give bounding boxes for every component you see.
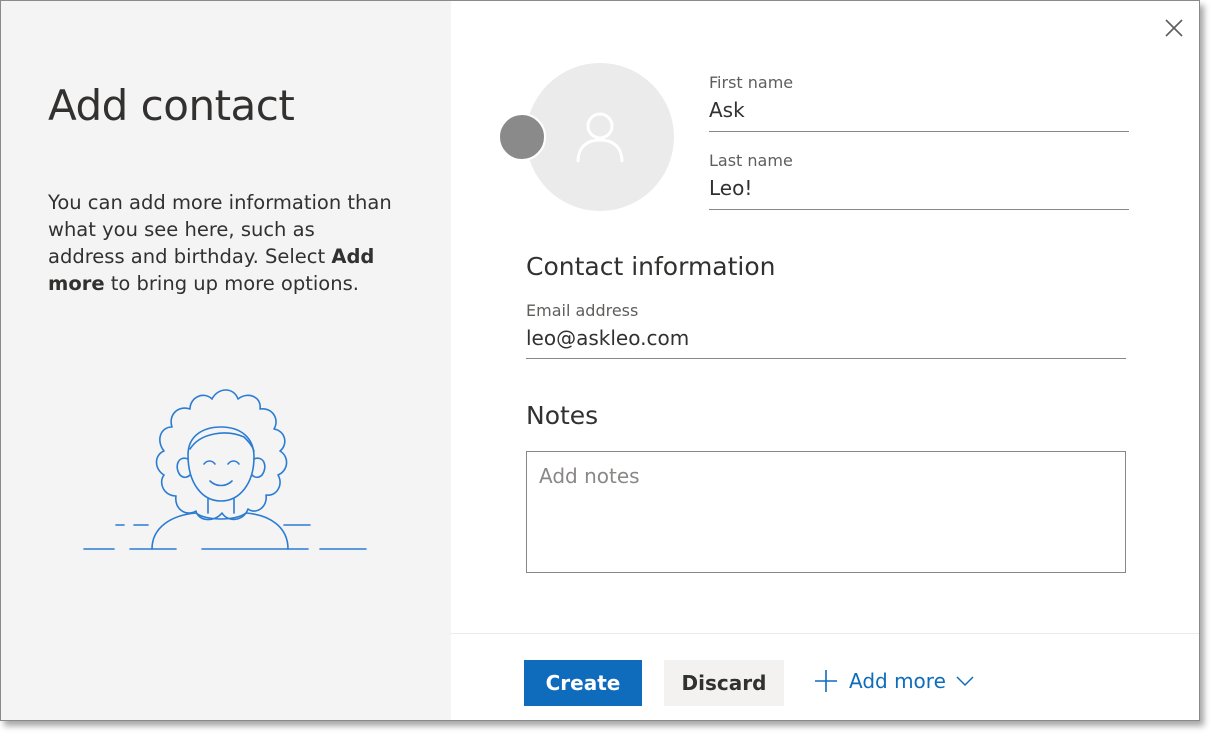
last-name-label: Last name [709, 151, 793, 170]
last-name-underline [709, 209, 1129, 210]
contact-photo[interactable] [526, 63, 674, 211]
notes-heading: Notes [526, 401, 599, 430]
close-icon [1165, 19, 1183, 37]
contact-information-heading: Contact information [526, 252, 776, 281]
add-more-label: Add more [849, 669, 946, 693]
first-name-input[interactable] [709, 98, 1129, 122]
add-more-button[interactable]: Add more [813, 665, 974, 697]
last-name-input[interactable] [709, 176, 1129, 200]
close-button[interactable] [1161, 15, 1187, 41]
email-input[interactable] [526, 326, 1126, 350]
panel-description: You can add more information than what y… [48, 189, 393, 297]
email-underline [526, 358, 1126, 359]
person-illustration [83, 389, 367, 550]
info-panel: Add contact You can add more information… [1, 1, 451, 720]
first-name-label: First name [709, 73, 794, 92]
footer-divider [451, 633, 1199, 634]
person-icon [576, 112, 624, 163]
first-name-underline [709, 131, 1129, 132]
add-contact-dialog: Add contact You can add more information… [0, 0, 1200, 721]
discard-button[interactable]: Discard [664, 660, 784, 706]
email-label: Email address [526, 301, 639, 320]
notes-input[interactable] [526, 451, 1126, 573]
description-text-end: to bring up more options. [104, 272, 359, 295]
photo-edit-dot[interactable] [498, 113, 546, 161]
plus-icon [813, 668, 839, 694]
create-button[interactable]: Create [524, 660, 642, 706]
chevron-down-icon [956, 675, 974, 687]
page-title: Add contact [48, 81, 295, 130]
